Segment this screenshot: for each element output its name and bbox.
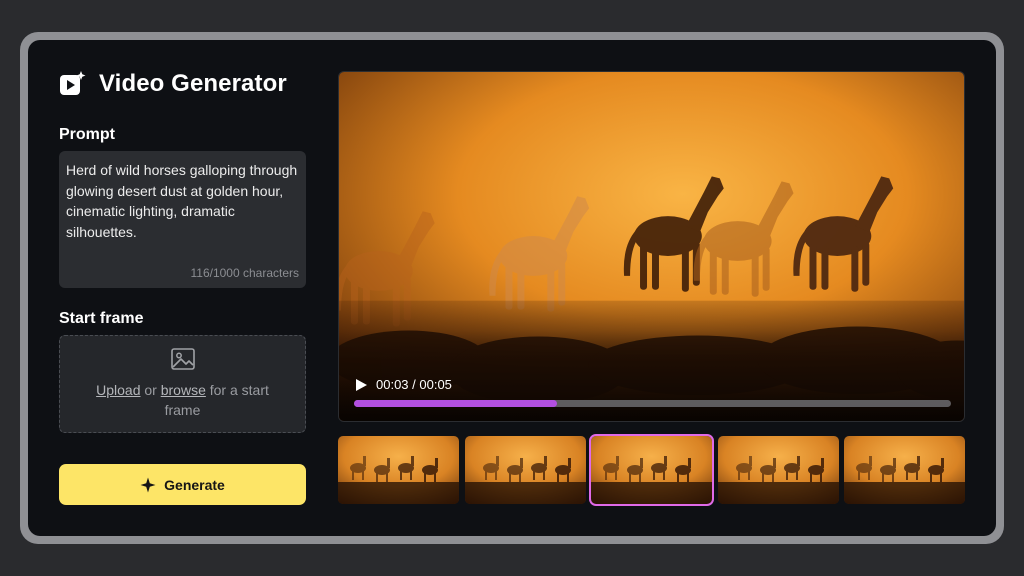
sparkle-icon xyxy=(140,477,156,492)
prompt-textarea[interactable]: Herd of wild horses galloping through gl… xyxy=(59,151,306,288)
generate-label: Generate xyxy=(164,476,225,493)
upload-instructions: Upload or browse for a start frame xyxy=(60,380,305,420)
prompt-text[interactable]: Herd of wild horses galloping through gl… xyxy=(66,160,299,242)
player-controls: 00:03 / 00:05 xyxy=(354,377,951,407)
thumbnail-frame[interactable] xyxy=(464,436,586,504)
thumbnail-strip xyxy=(338,434,965,506)
control-panel: Video Generator Prompt Herd of wild hors… xyxy=(59,40,314,536)
character-count: 116/1000 characters xyxy=(190,266,299,280)
app-screen: Video Generator Prompt Herd of wild hors… xyxy=(28,40,996,536)
thumbnail-frame[interactable] xyxy=(589,434,714,506)
time-readout: 00:03 / 00:05 xyxy=(376,377,452,392)
generate-button[interactable]: Generate xyxy=(59,464,306,505)
video-frame xyxy=(339,72,964,421)
image-icon xyxy=(170,348,195,370)
prompt-label: Prompt xyxy=(59,126,115,143)
start-frame-label: Start frame xyxy=(59,310,144,327)
video-player[interactable]: 00:03 / 00:05 xyxy=(338,71,965,422)
upload-link[interactable]: Upload xyxy=(96,382,140,398)
play-icon[interactable] xyxy=(354,378,368,392)
thumbnail-frame[interactable] xyxy=(717,436,839,504)
device-frame: Video Generator Prompt Herd of wild hors… xyxy=(20,32,1004,544)
progress-fill xyxy=(354,400,557,407)
start-frame-dropzone[interactable]: Upload or browse for a start frame xyxy=(59,335,306,433)
time-row: 00:03 / 00:05 xyxy=(354,377,950,392)
app-title: Video Generator xyxy=(99,70,287,97)
thumbnail-frame[interactable] xyxy=(338,436,459,504)
thumbnail-frame[interactable] xyxy=(844,436,965,504)
brand: Video Generator xyxy=(59,70,287,98)
video-spark-icon xyxy=(60,71,86,95)
upload-middle-text: or xyxy=(140,382,161,398)
progress-bar[interactable] xyxy=(354,400,951,407)
browse-link[interactable]: browse xyxy=(161,382,206,398)
